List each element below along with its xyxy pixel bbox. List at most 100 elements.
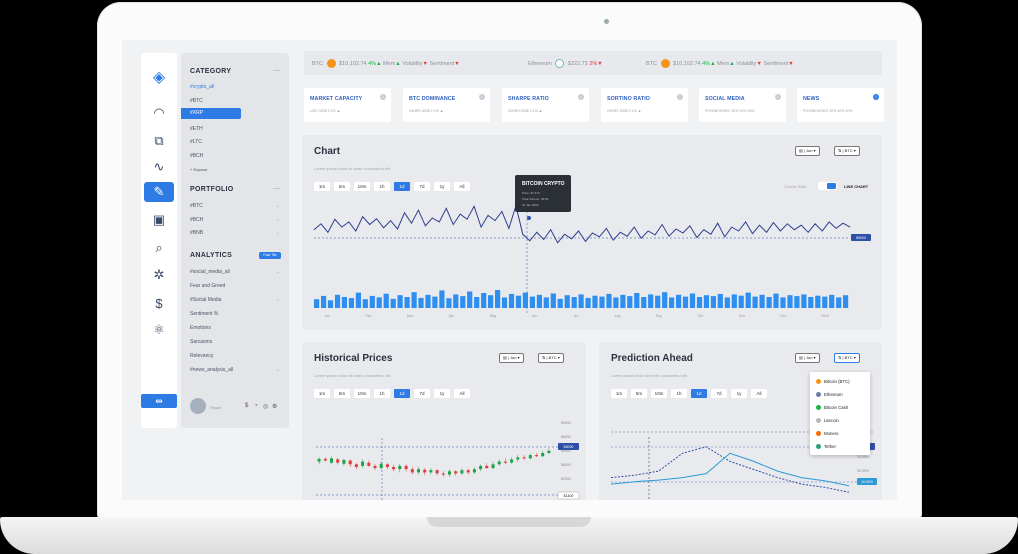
info-icon[interactable]: i [677, 94, 683, 100]
candle-body [528, 455, 532, 459]
pie-icon[interactable]: ◔ [254, 403, 258, 409]
volume-bar [418, 297, 424, 308]
excel-report-icon[interactable]: ▣ [149, 210, 169, 230]
volume-bar [703, 295, 709, 308]
logo-cube-icon[interactable]: ◈ [149, 67, 169, 87]
volume-bar [383, 293, 389, 308]
expand-link[interactable]: + Expand [190, 167, 207, 172]
target-icon[interactable]: ◎ [263, 403, 268, 410]
volume-bar [634, 293, 640, 308]
category-item-selected[interactable]: #XRP [181, 108, 241, 119]
dropdown-option[interactable]: Bitcoin Cash [816, 405, 848, 411]
info-icon[interactable]: i [380, 94, 386, 100]
chevron-down-icon[interactable]: ⌄ [276, 230, 280, 236]
ticker-item[interactable]: Ethereum $222.75 2%▼ [528, 59, 603, 68]
candle-body [535, 455, 538, 457]
portfolio-item[interactable]: #BTC [190, 203, 203, 209]
volume-bar [745, 292, 751, 308]
ticker-item[interactable]: BTC $10,102.74 4%▲ Mem▲ Volatility▼ Sent… [312, 59, 460, 68]
dropdown-option[interactable]: Bitcoin (BTC) [816, 379, 850, 385]
kpi-card[interactable]: SORTINO RATIO i 24HRS 300$ 2.1% ▲ [601, 88, 688, 122]
ticker-price: $10,102.74 [673, 60, 701, 67]
dollar-circle-icon[interactable]: $ [149, 293, 169, 313]
analytics-item[interactable]: Relevancy [190, 353, 213, 359]
speedometer-icon[interactable]: ◠ [149, 103, 169, 123]
category-item[interactable]: #crypto_all [190, 84, 214, 90]
collapse-icon[interactable]: ⇹ [141, 394, 177, 408]
y-tick-label: 30.00% [857, 469, 869, 473]
info-icon[interactable]: i [775, 94, 781, 100]
volume-bar [585, 297, 591, 308]
candle-body [485, 465, 489, 469]
kpi-card[interactable]: NEWS i POS/NEG/REG 30% 40% 10% [797, 88, 884, 122]
chart-tooltip: BITCOIN CRYPTO Price: $7,274 Total Volum… [515, 175, 571, 212]
dropdown-option[interactable]: Tether [816, 444, 836, 450]
dropdown-option[interactable]: Ethereum [816, 392, 843, 398]
kpi-card[interactable]: BTC DOMINANCE i 24HRS 300$ 2.1% ▲ [403, 88, 490, 122]
portfolio-item[interactable]: #BCH [190, 217, 203, 223]
category-item[interactable]: #LTC [190, 139, 202, 145]
trend-icon[interactable]: ∿ [149, 157, 169, 177]
tooltip-title: BITCOIN CRYPTO [522, 181, 565, 187]
analytics-item[interactable]: Sentiment % [190, 311, 218, 317]
candle-body [330, 458, 333, 463]
info-icon[interactable]: i [873, 94, 879, 100]
volume-bar [314, 299, 320, 308]
kpi-card[interactable]: SHARPE RATIO i 24HRS 300$ 2.1% ▲ [502, 88, 589, 122]
collapse-icon[interactable]: — [273, 185, 280, 192]
chevron-down-icon[interactable]: ⌄ [276, 297, 280, 303]
candle-body [448, 471, 451, 475]
chevron-down-icon[interactable]: ⌄ [276, 217, 280, 223]
category-item[interactable]: #BTC [190, 98, 203, 104]
kpi-sub: 24HRS 300$ 2.1% ▲ [508, 109, 543, 113]
x-tick-label: Jul [574, 314, 579, 318]
analytics-item[interactable]: #news_analysis_all [190, 367, 233, 373]
atom-icon[interactable]: ⚛ [149, 320, 169, 340]
chevron-down-icon[interactable]: ⌄ [276, 367, 280, 373]
volume-bar [822, 296, 828, 308]
ticker-item[interactable]: BTC $10,102.74 4%▲ Mem▲ Volatility▼ Sent… [646, 59, 794, 68]
ticker-label: Mem [383, 60, 396, 67]
search-report-icon[interactable]: ⌕ [149, 238, 169, 258]
analytics-item[interactable]: Emotions [190, 325, 211, 331]
analytics-item[interactable]: #Social Media [190, 297, 221, 303]
arrow-down-icon: ▼ [788, 60, 794, 67]
dollar-icon[interactable]: $ [245, 403, 248, 409]
y-tick-label: $9000 [561, 421, 571, 425]
option-label: Bitcoin (BTC) [824, 379, 850, 384]
kpi-card[interactable]: SOCIAL MEDIA i POS/NEG/REG 10% 10% 30% [699, 88, 786, 122]
info-icon[interactable]: i [578, 94, 584, 100]
volume-bar [682, 296, 689, 308]
chevron-down-icon[interactable]: ⌄ [276, 203, 280, 209]
candle-body [423, 469, 427, 473]
category-item[interactable]: #ETH [190, 126, 203, 132]
x-tick-label: Feb [365, 314, 371, 318]
option-label: Ethereum [824, 392, 843, 397]
analytics-item[interactable]: #social_media_all [190, 269, 230, 275]
dropdown-option[interactable]: Litecoin [816, 418, 839, 424]
portfolio-item[interactable]: #BNB [190, 230, 203, 236]
category-item[interactable]: #BCH [190, 153, 203, 159]
gear-icon[interactable]: ⚙ [272, 403, 277, 410]
chevron-down-icon[interactable]: ⌄ [276, 269, 280, 275]
info-icon[interactable]: i [479, 94, 485, 100]
candle-body [441, 473, 445, 475]
volume-bar [592, 295, 598, 308]
analytics-item[interactable]: Sarcasms [190, 339, 212, 345]
dropdown-option[interactable]: Monero [816, 431, 839, 437]
collapse-icon[interactable]: — [273, 67, 280, 74]
volume-bar [815, 295, 821, 308]
volume-bar [536, 294, 542, 308]
analytics-item[interactable]: Fear and Greed [190, 283, 225, 289]
ticker-symbol: BTC [646, 60, 657, 67]
settings-gear-icon[interactable]: ✲ [149, 265, 169, 285]
analytics-badge[interactable]: Fast Tile [259, 252, 281, 259]
y-tick-label: $2000 [561, 477, 571, 481]
network-icon[interactable]: ⧉ [149, 131, 169, 151]
price-tag-label: $9000 [856, 236, 866, 240]
avatar[interactable] [190, 398, 206, 414]
analytics-chart-icon[interactable]: ✎ [144, 182, 174, 202]
candle-body [472, 469, 476, 473]
ethereum-icon [555, 59, 565, 68]
kpi-card[interactable]: MARKET CAPACITY i USD 300$ 2.1% ▲ [304, 88, 391, 122]
